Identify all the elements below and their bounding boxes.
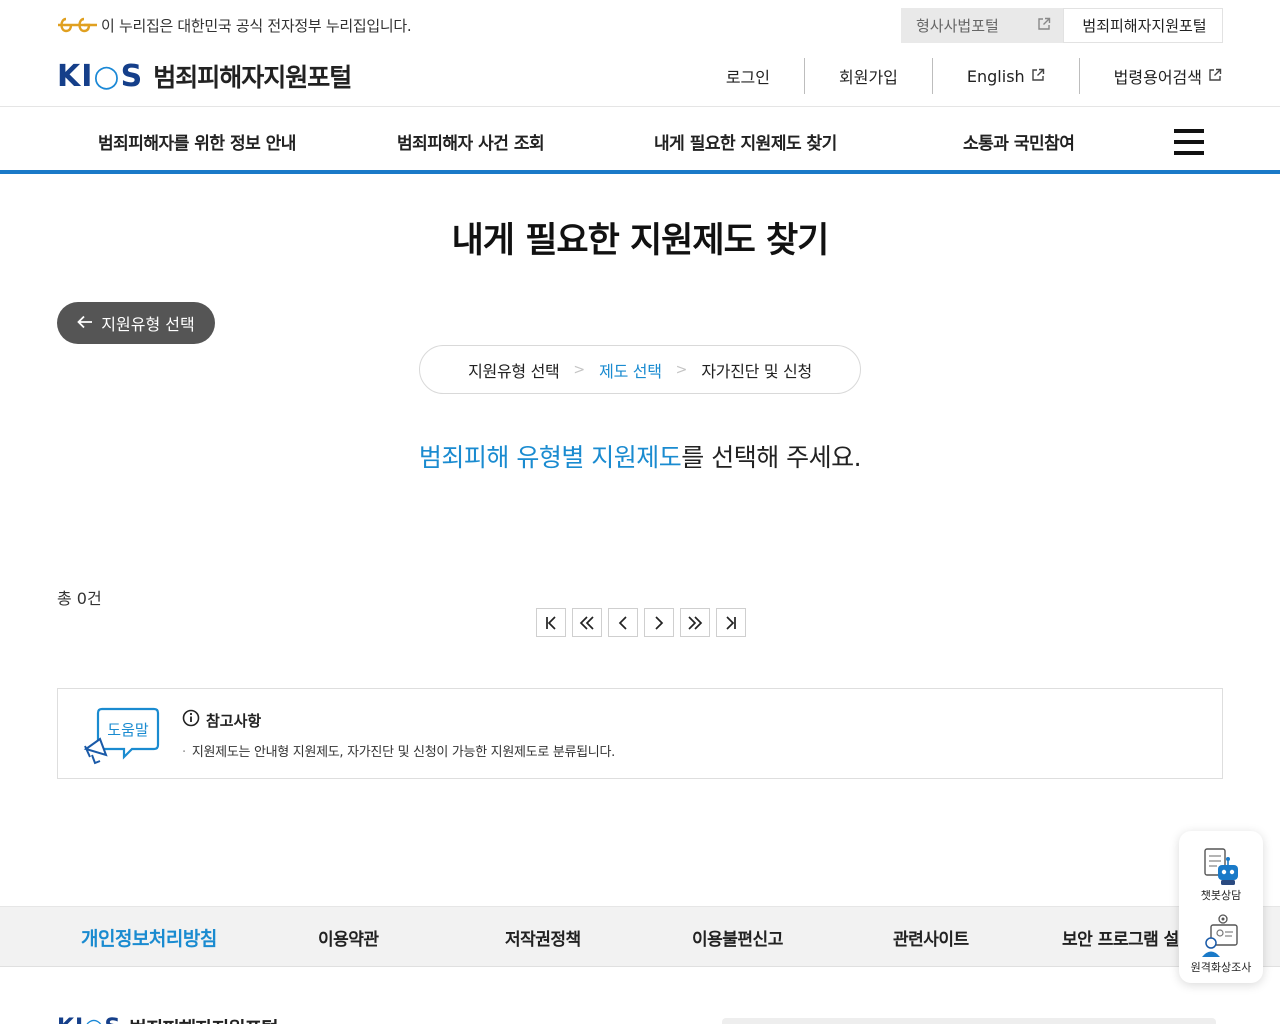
pagination [536, 608, 746, 637]
footer-related-sites[interactable]: 관련사이트 [893, 925, 969, 950]
legal-terms-search-link[interactable]: 법령용어검색 [1080, 58, 1222, 94]
footer-navigation: 개인정보처리방침 이용약관 저작권정책 이용불편신고 관련사이트 보안 프로그램… [0, 906, 1280, 967]
gov-banner-text: 이 누리집은 대한민국 공식 전자정부 누리집입니다. [101, 16, 412, 35]
login-link[interactable]: 로그인 [692, 58, 805, 94]
signup-link[interactable]: 회원가입 [805, 58, 933, 94]
gnb-communication[interactable]: 소통과 국민참여 [963, 129, 1075, 154]
info-circle-icon [182, 709, 200, 731]
chatbot-consult-label: 챗봇상담 [1200, 889, 1242, 902]
back-button-label: 지원유형 선택 [101, 315, 195, 334]
footer-terms[interactable]: 이용약관 [318, 925, 379, 950]
step-indicator: 지원유형 선택 > 제도 선택 > 자가진단 및 신청 [419, 345, 861, 394]
video-investigation-button[interactable]: 원격화상조사 [1179, 913, 1263, 975]
guide-rest: 를 선택해 주세요. [681, 443, 862, 472]
first-page-icon[interactable] [536, 608, 566, 637]
guide-message: 범죄피해 유형별 지원제도를 선택해 주세요. [0, 438, 1280, 474]
hamburger-menu-icon[interactable] [1174, 129, 1204, 155]
video-investigation-label: 원격화상조사 [1190, 961, 1252, 974]
step-support-type: 지원유형 선택 [468, 361, 560, 381]
portal-tab-criminal-justice[interactable]: 형사사법포털 [901, 8, 1063, 43]
footer-site-title: 범죄피해자지원포털 [129, 1014, 278, 1024]
chevron-right-icon: > [573, 361, 586, 378]
footer-logo: KI○S 범죄피해자지원포털 [57, 1014, 279, 1024]
chatbot-consult-button[interactable]: 챗봇상담 [1179, 847, 1263, 903]
arrow-left-icon [77, 314, 93, 333]
note-body: · 지원제도는 안내형 지원제도, 자가진단 및 신청이 가능한 지원제도로 분류… [182, 745, 615, 760]
footer-security-program[interactable]: 보안 프로그램 설치 [1062, 925, 1194, 950]
floating-quick-menu: 챗봇상담 원격화상조사 [1179, 831, 1263, 983]
portal-tab-label: 형사사법포털 [916, 17, 999, 35]
reference-note-box: 도움말 참고사항 · 지원제도는 안내형 지원제도, 자가진단 및 신청이 가능한… [57, 688, 1223, 779]
step-program-select: 제도 선택 [599, 361, 662, 381]
step-self-diagnosis: 자가진단 및 신청 [701, 361, 812, 381]
site-logo[interactable]: KI○S 범죄피해자지원포털 [57, 58, 352, 94]
portal-tab-label: 범죄피해자지원포털 [1082, 17, 1207, 35]
gnb-case-inquiry[interactable]: 범죄피해자 사건 조회 [397, 129, 545, 154]
footer-privacy-policy[interactable]: 개인정보처리방침 [81, 924, 217, 951]
next-group-icon[interactable] [680, 608, 710, 637]
help-badge-text: 도움말 [107, 721, 149, 739]
footer-copyright[interactable]: 저작권정책 [505, 925, 581, 950]
chevron-right-icon: > [675, 361, 688, 378]
back-to-support-type-button[interactable]: 지원유형 선택 [57, 302, 215, 344]
footer-kics-logo-mark: KI○S [57, 1015, 121, 1024]
government-mark-icon [57, 16, 99, 34]
chatbot-icon [1179, 847, 1263, 887]
next-page-icon[interactable] [644, 608, 674, 637]
english-link[interactable]: English [933, 58, 1080, 94]
gnb-info-for-victims[interactable]: 범죄피해자를 위한 정보 안내 [98, 129, 296, 154]
portal-tab-victim-support[interactable]: 범죄피해자지원포털 [1063, 8, 1223, 43]
guide-highlight: 범죄피해 유형별 지원제도 [418, 443, 682, 472]
footer-inconvenience-report[interactable]: 이용불편신고 [692, 925, 783, 950]
prev-page-icon[interactable] [608, 608, 638, 637]
last-page-icon[interactable] [716, 608, 746, 637]
site-title: 범죄피해자지원포털 [153, 63, 352, 92]
total-count: 총 0건 [57, 589, 102, 608]
portal-tabs: 형사사법포털 범죄피해자지원포털 [901, 8, 1223, 43]
external-link-icon [1031, 67, 1045, 86]
external-link-icon [1208, 67, 1222, 86]
note-heading-text: 참고사항 [206, 711, 262, 730]
megaphone-speech-icon: 도움말 [82, 705, 162, 769]
gnb-find-support[interactable]: 내게 필요한 지원제도 찾기 [654, 129, 837, 154]
main-navigation: 범죄피해자를 위한 정보 안내 범죄피해자 사건 조회 내게 필요한 지원제도 … [0, 106, 1280, 174]
video-call-icon [1179, 913, 1263, 959]
page-title: 내게 필요한 지원제도 찾기 [451, 221, 830, 261]
external-link-icon [1037, 17, 1051, 35]
utility-menu: 로그인 회원가입 English 법령용어검색 [692, 58, 1222, 94]
family-site-select[interactable] [722, 1018, 1216, 1024]
prev-group-icon[interactable] [572, 608, 602, 637]
note-heading: 참고사항 [182, 709, 261, 731]
kics-logo-mark: KI○S [57, 58, 144, 94]
gov-banner: 이 누리집은 대한민국 공식 전자정부 누리집입니다. [57, 12, 412, 38]
